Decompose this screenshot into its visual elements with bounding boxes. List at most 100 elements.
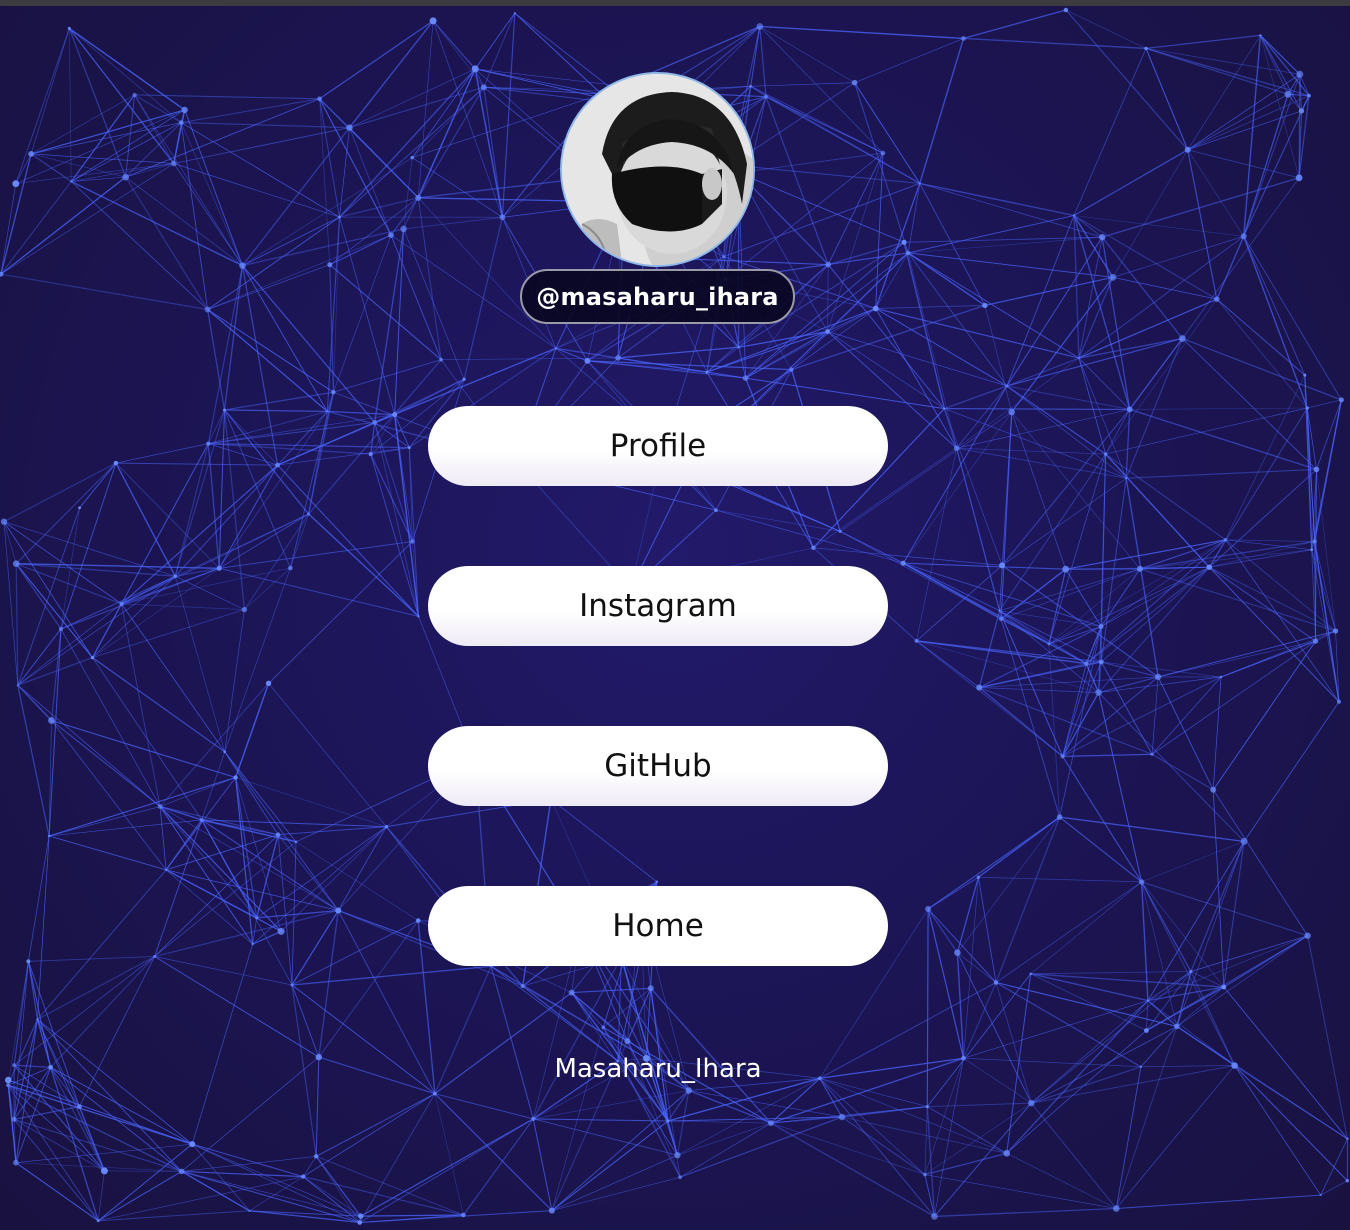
- network-node: [48, 717, 55, 724]
- network-line: [219, 541, 413, 569]
- network-line: [290, 513, 309, 569]
- network-line: [224, 409, 328, 413]
- network-node: [338, 215, 341, 219]
- network-line: [224, 391, 334, 411]
- network-line: [1073, 215, 1103, 238]
- network-node: [851, 79, 858, 86]
- network-line: [854, 82, 921, 184]
- network-line: [68, 27, 186, 111]
- network-line: [1102, 177, 1300, 238]
- network-node: [1313, 638, 1319, 644]
- network-line: [875, 183, 921, 309]
- network-line: [291, 984, 320, 1058]
- network-line: [1065, 539, 1226, 570]
- network-line: [1031, 1000, 1149, 1104]
- network-line: [68, 28, 175, 164]
- network-node: [624, 1038, 631, 1045]
- network-line: [3, 521, 122, 605]
- network-node: [277, 927, 285, 935]
- network-node: [480, 84, 487, 91]
- network-line: [1145, 971, 1192, 1031]
- network-node: [290, 983, 294, 987]
- network-node: [241, 606, 248, 613]
- home-link-button[interactable]: Home: [428, 886, 888, 966]
- network-line: [349, 68, 476, 128]
- instagram-link-button[interactable]: Instagram: [428, 566, 888, 646]
- username-badge: @masaharu_ihara: [520, 269, 795, 324]
- network-node: [1214, 296, 1220, 303]
- network-line: [1129, 407, 1308, 410]
- network-node: [1062, 565, 1070, 573]
- network-line: [1100, 661, 1153, 755]
- network-node: [998, 616, 1004, 622]
- network-line: [192, 1143, 304, 1178]
- network-line: [48, 806, 161, 837]
- network-node: [157, 804, 163, 809]
- network-line: [181, 122, 340, 218]
- network-node: [584, 358, 591, 364]
- network-line: [70, 109, 185, 182]
- network-line: [159, 682, 270, 807]
- network-line: [192, 1143, 360, 1223]
- network-line: [125, 176, 243, 266]
- network-line: [154, 956, 293, 986]
- network-line: [1320, 1180, 1348, 1196]
- network-node: [471, 65, 479, 73]
- network-line: [165, 869, 254, 945]
- network-line: [1208, 566, 1316, 642]
- network-node: [756, 23, 764, 30]
- network-node: [165, 868, 168, 872]
- network-node: [1047, 642, 1051, 646]
- network-line: [359, 1118, 534, 1223]
- network-line: [984, 276, 1114, 307]
- network-node: [384, 825, 389, 829]
- network-line: [291, 965, 492, 986]
- network-line: [934, 1102, 1032, 1217]
- network-line: [1313, 541, 1340, 702]
- network-node: [189, 1141, 196, 1148]
- network-line: [27, 961, 80, 1107]
- network-line: [28, 956, 155, 962]
- network-node: [905, 250, 911, 256]
- network-node: [601, 1025, 605, 1030]
- network-node: [923, 1172, 927, 1177]
- network-line: [995, 881, 1142, 983]
- network-node: [327, 262, 333, 268]
- network-line: [738, 152, 884, 174]
- network-line: [92, 657, 226, 753]
- network-node: [275, 832, 281, 837]
- network-line: [550, 798, 658, 883]
- network-line: [907, 252, 957, 449]
- network-line: [1225, 374, 1306, 540]
- network-line: [1141, 841, 1245, 883]
- network-node: [513, 12, 516, 15]
- network-node: [789, 367, 794, 372]
- network-line: [1182, 177, 1300, 339]
- github-link-button[interactable]: GitHub: [428, 726, 888, 806]
- network-line: [679, 1122, 772, 1178]
- network-line: [79, 956, 155, 1107]
- profile-link-button[interactable]: Profile: [428, 406, 888, 486]
- network-line: [927, 1102, 1032, 1108]
- network-line: [1065, 568, 1102, 627]
- instagram-link-label: Instagram: [579, 588, 737, 624]
- network-node: [1303, 373, 1307, 377]
- network-node: [1259, 34, 1262, 37]
- network-line: [819, 1078, 843, 1118]
- network-node: [1113, 1205, 1120, 1212]
- network-line: [79, 462, 117, 509]
- network-node: [400, 225, 407, 233]
- network-node: [1206, 564, 1213, 570]
- profile-photo-icon: [562, 74, 753, 265]
- network-node: [1240, 233, 1247, 240]
- network-line: [956, 952, 965, 1059]
- network-line: [97, 1170, 105, 1221]
- network-line: [1125, 338, 1183, 479]
- network-node: [953, 445, 960, 451]
- network-line: [51, 719, 236, 779]
- network-line: [1116, 1194, 1321, 1210]
- network-line: [956, 447, 1127, 479]
- network-line: [7, 1084, 182, 1173]
- network-line: [715, 509, 841, 532]
- network-line: [370, 446, 410, 455]
